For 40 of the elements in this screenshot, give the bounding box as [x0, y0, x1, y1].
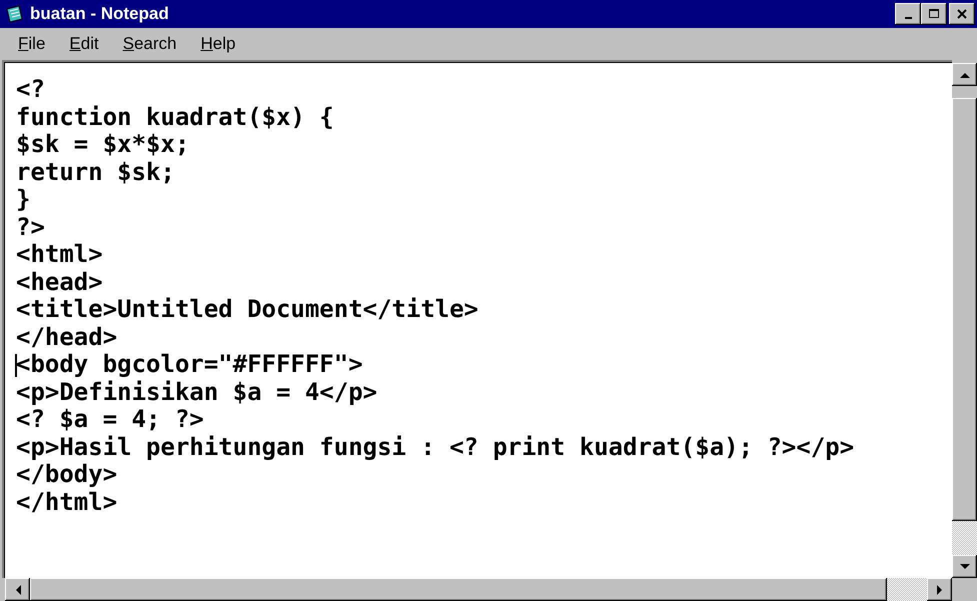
up-arrow-icon [960, 72, 970, 78]
code-line: <body bgcolor="#FFFFFF"> [16, 351, 364, 378]
scroll-up-button[interactable] [952, 63, 977, 86]
vertical-scrollbar[interactable] [952, 60, 977, 578]
down-arrow-icon [960, 564, 970, 570]
close-icon [956, 8, 968, 20]
code-line: <head> [16, 268, 104, 296]
code-line: <? [16, 76, 46, 104]
code-line: <p>Definisikan $a = 4</p> [16, 378, 378, 406]
maximize-button[interactable] [921, 3, 947, 25]
menu-item[interactable]: Help [190, 32, 246, 56]
code-line: ?> [16, 214, 46, 241]
right-arrow-icon [936, 584, 942, 594]
menu-item[interactable]: File [8, 32, 56, 56]
code-line: $sk = $x*$x; [16, 131, 190, 158]
code-line: <p>Hasil perhitungan fungsi : <? print kuadrat($a); ?></p> [16, 434, 856, 461]
code-line: <html> [16, 241, 104, 268]
code-line: </html> [16, 488, 118, 516]
code-line: </head> [16, 324, 118, 351]
menu-item[interactable]: Search [112, 32, 187, 56]
window-title: buatan - Notepad [30, 4, 170, 24]
code-line: <? $a = 4; ?> [16, 406, 205, 434]
maximize-icon [928, 8, 940, 20]
size-grip[interactable] [952, 578, 977, 601]
minimize-button[interactable] [895, 3, 921, 25]
left-arrow-icon [14, 584, 20, 594]
minimize-icon [904, 17, 912, 19]
code-line: } [16, 186, 32, 214]
scroll-down-button[interactable] [952, 555, 977, 578]
scroll-left-button[interactable] [5, 578, 30, 601]
close-button[interactable] [949, 3, 975, 25]
scroll-thumb[interactable] [952, 98, 977, 521]
notepad-icon [4, 5, 24, 23]
code-line: <title>Untitled Document</title> [16, 296, 480, 324]
code-line: function kuadrat($x) { [16, 104, 335, 131]
code-line: return $sk; [16, 158, 176, 186]
code-line: </body> [16, 461, 118, 488]
scroll-right-button[interactable] [927, 578, 952, 601]
menu-item[interactable]: Edit [59, 32, 109, 56]
text-area[interactable] [2, 60, 977, 601]
